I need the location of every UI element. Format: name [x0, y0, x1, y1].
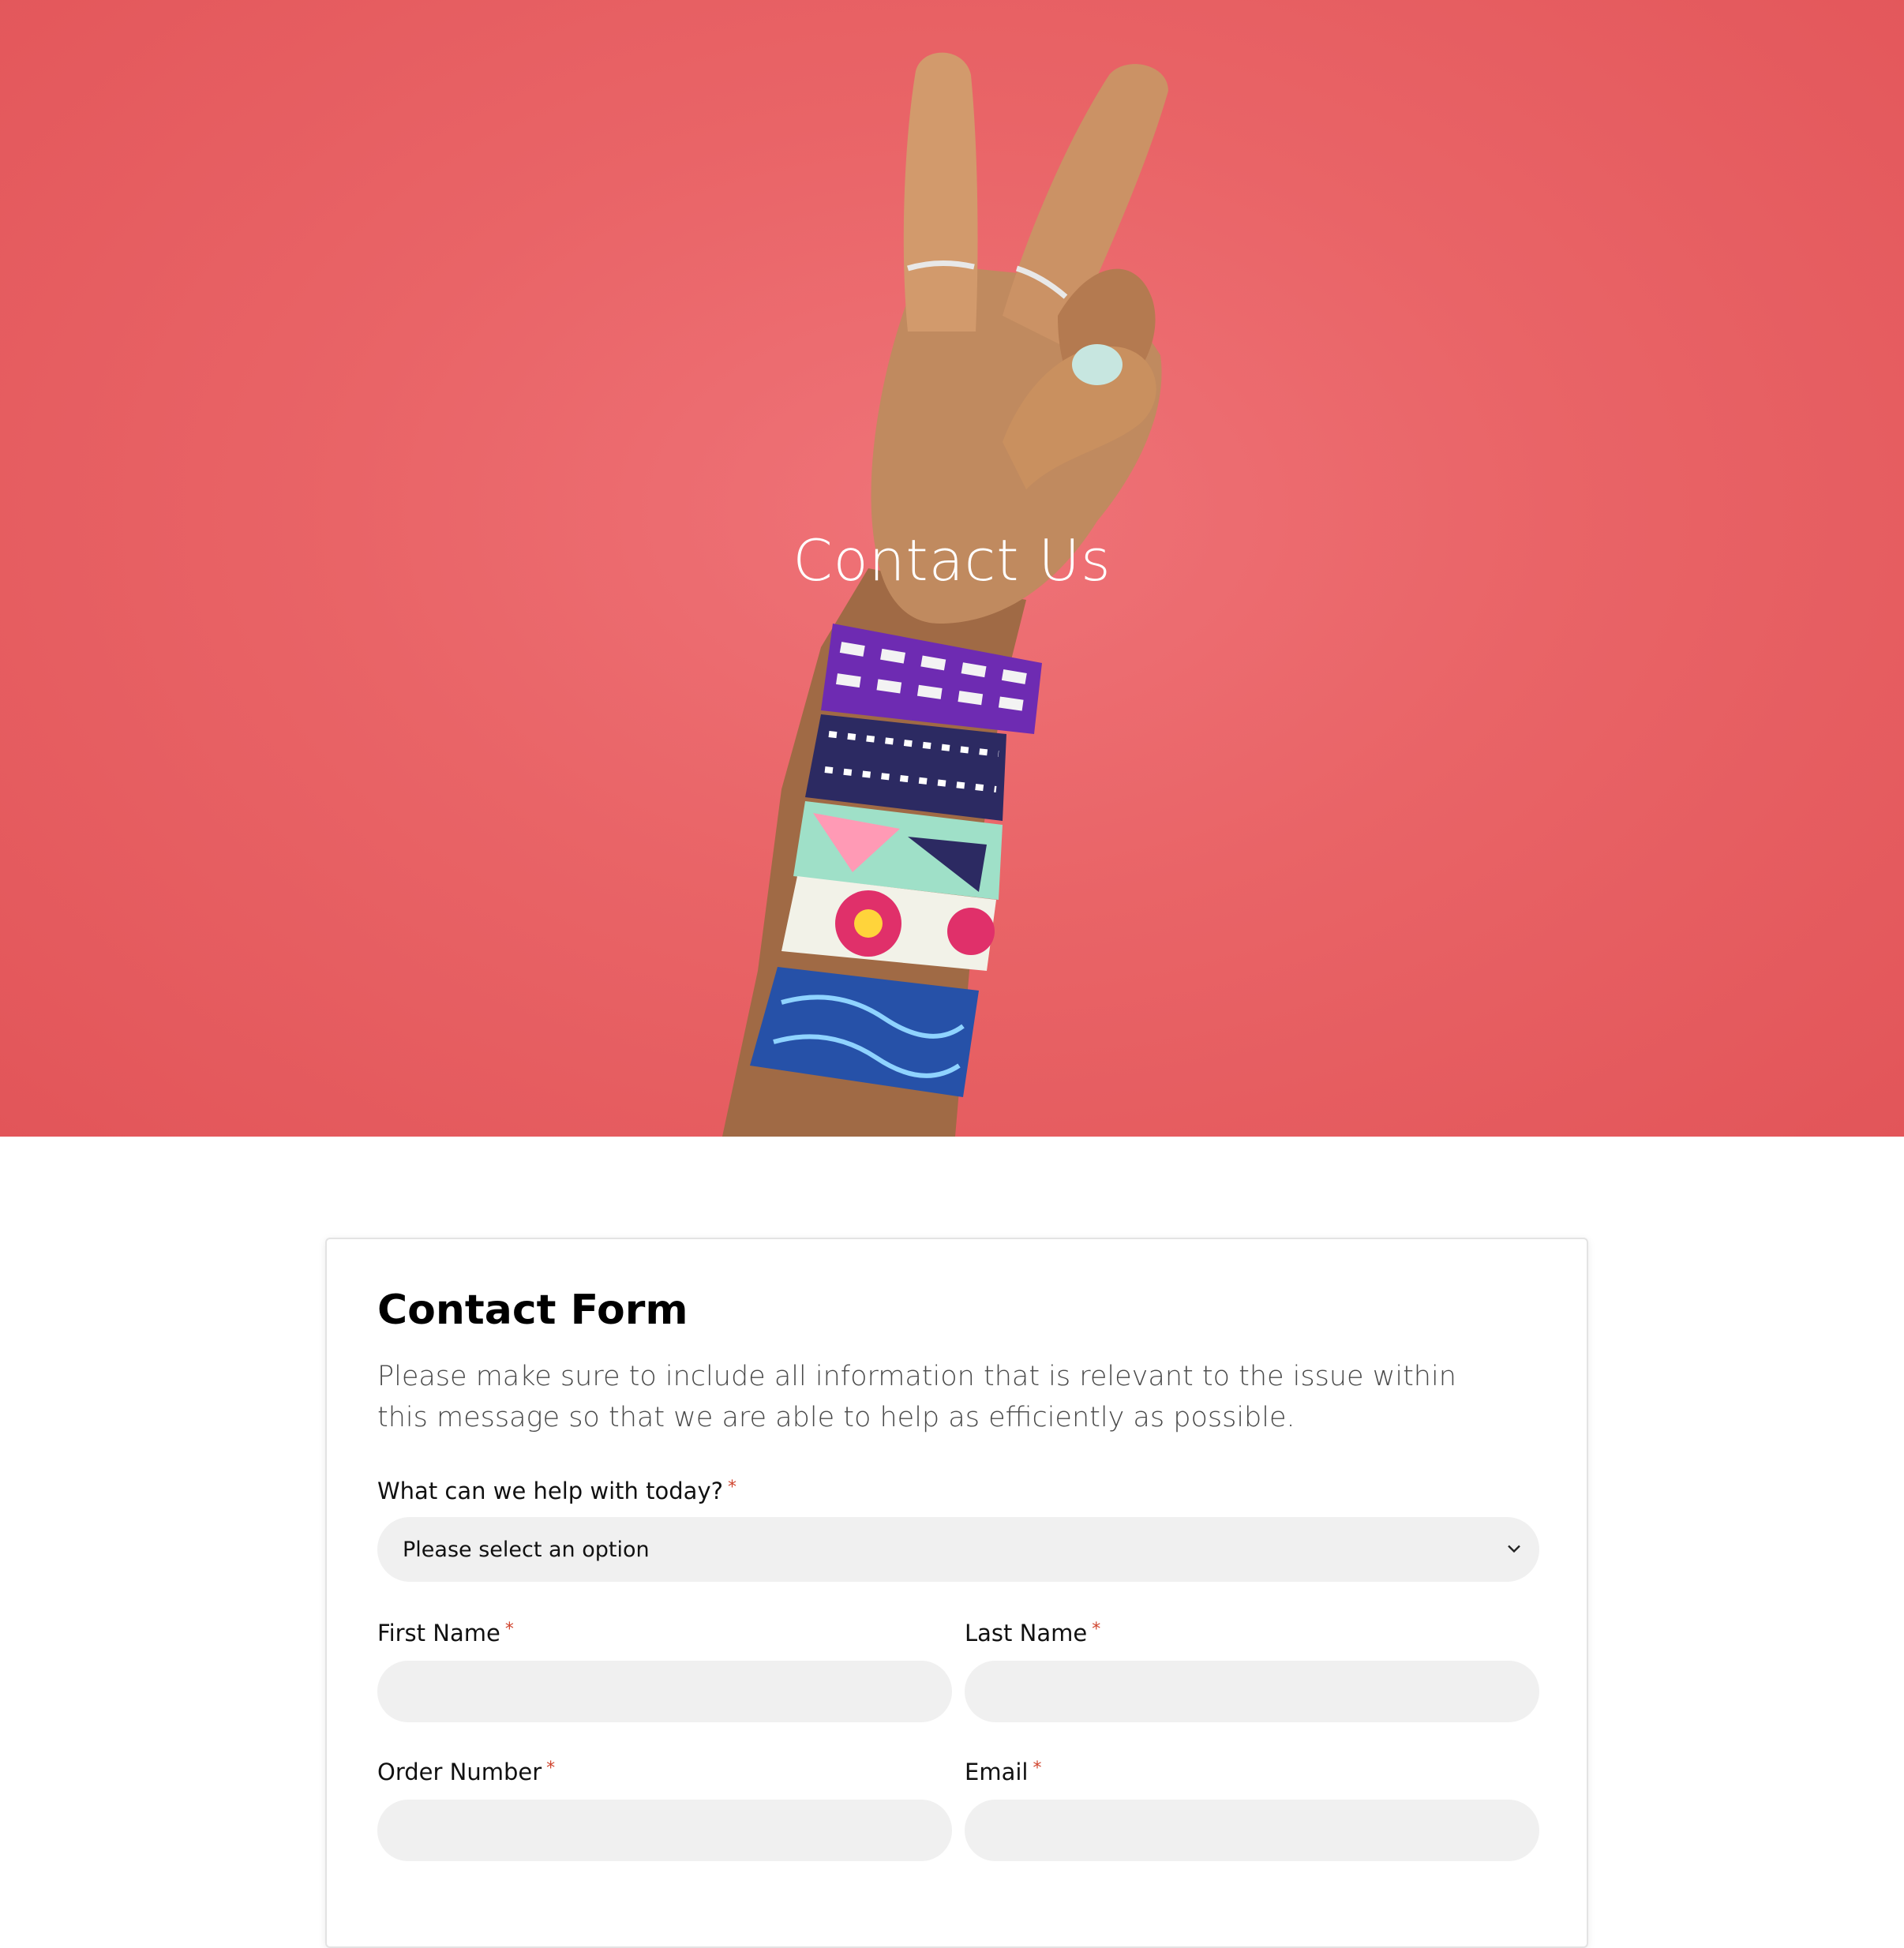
help-topic-label: What can we help with today? *: [377, 1478, 736, 1504]
required-marker: *: [1092, 1620, 1101, 1639]
required-marker: *: [546, 1759, 556, 1778]
help-topic-selected-value: Please select an option: [403, 1537, 650, 1562]
order-number-label: Order Number *: [377, 1759, 555, 1785]
first-name-label-text: First Name: [377, 1620, 500, 1646]
last-name-label: Last Name *: [965, 1620, 1100, 1646]
help-topic-select[interactable]: Please select an option: [377, 1517, 1539, 1582]
email-label: Email *: [965, 1759, 1041, 1785]
form-title: Contact Form: [377, 1287, 688, 1334]
first-name-label: First Name *: [377, 1620, 514, 1646]
required-marker: *: [728, 1478, 737, 1497]
last-name-field[interactable]: [965, 1661, 1539, 1722]
chevron-down-icon: [1508, 1545, 1520, 1553]
help-topic-label-text: What can we help with today?: [377, 1478, 724, 1504]
last-name-label-text: Last Name: [965, 1620, 1088, 1646]
form-description: Please make sure to include all informat…: [377, 1361, 1456, 1433]
order-number-field[interactable]: [377, 1800, 952, 1861]
order-number-label-text: Order Number: [377, 1759, 542, 1785]
email-field[interactable]: [965, 1800, 1539, 1861]
required-marker: *: [1033, 1759, 1042, 1778]
email-label-text: Email: [965, 1759, 1029, 1785]
contact-form-card: Contact Form Please make sure to include…: [325, 1238, 1588, 1948]
first-name-field[interactable]: [377, 1661, 952, 1722]
required-marker: *: [504, 1620, 514, 1639]
page-title: Contact Us: [793, 527, 1111, 594]
hero-banner: Contact Us: [0, 0, 1904, 1137]
